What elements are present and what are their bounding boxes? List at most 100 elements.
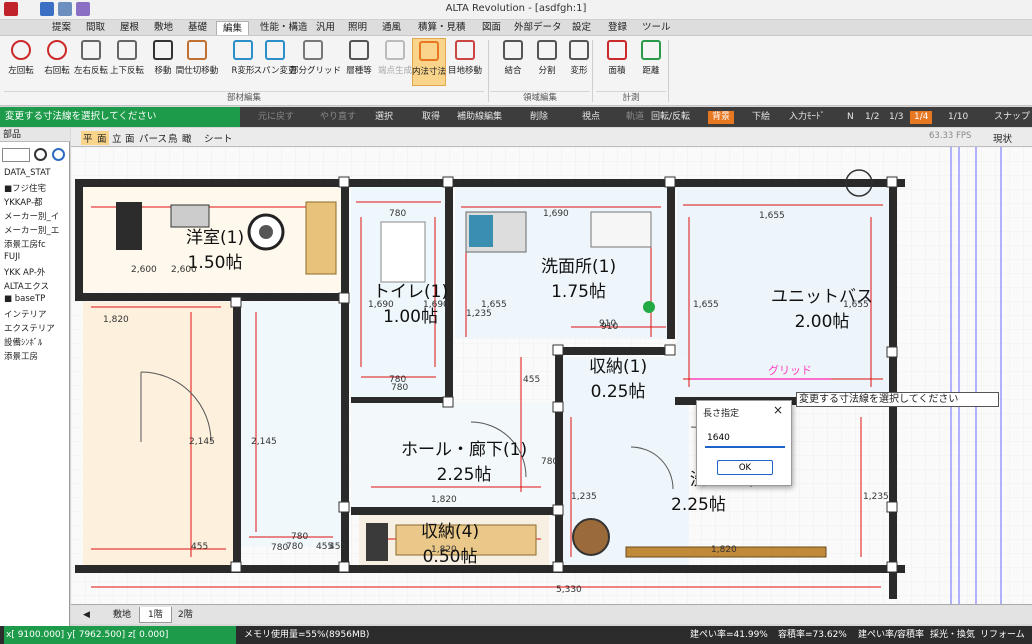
scale-1-4[interactable]: 1/4: [910, 111, 933, 124]
menu-item-12[interactable]: 外部データ: [508, 21, 568, 35]
menu-item-8[interactable]: 照明: [342, 21, 373, 35]
parts-tree-item[interactable]: FUJI: [4, 252, 68, 262]
dimension-label[interactable]: 780: [291, 532, 308, 542]
rotate-right-button[interactable]: 右回転: [40, 38, 74, 86]
dimension-label[interactable]: 1,820: [711, 545, 737, 555]
room-label[interactable]: ホール・廊下(1) 2.25帖: [401, 435, 527, 485]
dimension-label[interactable]: 780: [286, 542, 303, 552]
dimension-label[interactable]: 1,690: [543, 209, 569, 219]
underlay-button[interactable]: 下絵: [752, 111, 770, 124]
split-button[interactable]: 分割: [530, 38, 564, 86]
flip-horizontal-button[interactable]: 左右反転: [74, 38, 108, 86]
dimension-label[interactable]: 1,820: [431, 495, 457, 505]
dimension-label[interactable]: 1,820: [431, 545, 457, 555]
area-button[interactable]: 面積: [600, 38, 634, 86]
menu-item-3[interactable]: 敷地: [148, 21, 179, 35]
dimension-label[interactable]: 2,600: [131, 265, 157, 275]
tab-sheet[interactable]: シート: [204, 131, 233, 145]
tab-plan-1[interactable]: 平: [81, 131, 95, 145]
dimension-label[interactable]: 1,655: [693, 300, 719, 310]
span-change-button[interactable]: スパン変更: [254, 38, 296, 86]
menu-item-11[interactable]: 図面: [476, 21, 507, 35]
dimension-label[interactable]: 1,655: [843, 300, 869, 310]
dimension-label[interactable]: 455: [316, 542, 333, 552]
r-transform-button[interactable]: R変形: [226, 38, 260, 86]
menu-item-9[interactable]: 通風: [376, 21, 407, 35]
dimension-label[interactable]: 1,690: [368, 300, 394, 310]
parts-tree-item[interactable]: 設備ｼﾝﾎﾞﾙ: [4, 336, 68, 348]
trajectory-button[interactable]: 軌道: [626, 111, 644, 124]
floor-plan-canvas[interactable]: 洋室(1) 1.50帖 トイレ(1) 1.00帖 洗面所(1) 1.75帖 ユニットバス 2.…: [71, 147, 1032, 604]
move-button[interactable]: 移動: [146, 38, 180, 86]
transform-button[interactable]: 変形: [562, 38, 596, 86]
rotate-left-button[interactable]: 左回転: [4, 38, 38, 86]
viewpoint-button[interactable]: 視点: [582, 111, 600, 124]
dimension-label[interactable]: 1,235: [863, 492, 889, 502]
dimension-label[interactable]: 1,235: [466, 309, 492, 319]
dimension-label[interactable]: 780: [541, 457, 558, 467]
dimension-label[interactable]: 780: [391, 383, 408, 393]
tab-birdseye-1[interactable]: 鳥: [168, 131, 178, 145]
joint-move-button[interactable]: 目地移動: [448, 38, 482, 86]
aux-line-edit-button[interactable]: 補助線編集: [457, 111, 502, 124]
dimension-label[interactable]: 1,655: [759, 211, 785, 221]
undo-button[interactable]: 元に戻す: [258, 111, 294, 124]
partial-grid-button[interactable]: 部分グリッド: [290, 38, 341, 86]
menu-item-10[interactable]: 積算・見積: [412, 21, 472, 35]
menu-item-4[interactable]: 基礎: [182, 21, 213, 35]
dimension-label[interactable]: 780: [389, 209, 406, 219]
menu-item-15[interactable]: ツール: [636, 21, 677, 35]
menu-item-13[interactable]: 設定: [566, 21, 597, 35]
menu-item-5[interactable]: 編集: [216, 21, 250, 35]
menu-item-1[interactable]: 間取: [80, 21, 111, 35]
parts-tree-item[interactable]: 添景工房fc: [4, 238, 68, 250]
snap-button[interactable]: スナップ: [994, 111, 1030, 124]
parts-tree-item[interactable]: メーカー別_イ: [4, 210, 68, 222]
parts-tree-item[interactable]: DATA_STAT: [4, 168, 68, 178]
scale-1-10[interactable]: 1/10: [948, 111, 968, 124]
menu-item-0[interactable]: 提案: [46, 21, 77, 35]
get-button[interactable]: 取得: [422, 111, 440, 124]
distance-button[interactable]: 距離: [634, 38, 668, 86]
tab-elevation-2[interactable]: 面: [125, 131, 135, 145]
ok-button[interactable]: OK: [717, 460, 773, 475]
dimension-label[interactable]: 2,145: [251, 437, 277, 447]
partition-move-button[interactable]: 間仕切移動: [176, 38, 218, 86]
dimension-label[interactable]: 1,235: [571, 492, 597, 502]
room-label[interactable]: 収納(4) 0.50帖: [421, 517, 479, 567]
dimension-label[interactable]: 1,690: [423, 300, 449, 310]
ratio-button[interactable]: 建ぺい率/容積率: [858, 626, 924, 644]
view-mode-dropdown[interactable]: 現状: [993, 131, 1012, 145]
ventilation-button[interactable]: 採光・換気: [930, 626, 975, 644]
dimension-label[interactable]: 1,655: [481, 300, 507, 310]
flip-vertical-button[interactable]: 上下反転: [110, 38, 144, 86]
parts-tree-item[interactable]: 添景工房: [4, 350, 68, 362]
tab-plan-2[interactable]: 面: [95, 131, 109, 145]
tab-floor-1[interactable]: 1階: [139, 607, 172, 623]
dimension-label[interactable]: 910: [601, 322, 618, 332]
reform-button[interactable]: リフォーム: [980, 626, 1025, 644]
input-mode-button[interactable]: 入力ﾓｰﾄﾞ: [789, 111, 825, 124]
parts-tree-item[interactable]: YKKAP-都: [4, 196, 68, 208]
tab-birdseye-2[interactable]: 瞰: [182, 131, 192, 145]
dimension-label[interactable]: 455: [523, 375, 540, 385]
tab-site[interactable]: 敷地: [105, 607, 139, 623]
dimension-label[interactable]: 455: [191, 542, 208, 552]
parts-filter-dropdown[interactable]: [2, 148, 30, 162]
layer-type-button[interactable]: 層種等: [342, 38, 376, 86]
close-icon[interactable]: ×: [773, 403, 783, 417]
background-button[interactable]: 背景: [708, 111, 735, 124]
parts-tree-item[interactable]: ■フジ住宅: [4, 182, 68, 194]
search-icon[interactable]: [34, 148, 47, 161]
inner-dimension-button[interactable]: 内法寸法: [412, 38, 446, 86]
menu-item-2[interactable]: 屋根: [114, 21, 145, 35]
rotate-flip-button[interactable]: 回転/反転: [651, 111, 690, 124]
dimension-label[interactable]: 5,330: [556, 585, 582, 595]
endpoint-generate-button[interactable]: 端点生成: [378, 38, 412, 86]
tab-prev-icon[interactable]: ◀: [75, 607, 98, 623]
scale-1-2[interactable]: 1/2: [865, 111, 879, 124]
parts-tree-item[interactable]: YKK AP-外: [4, 266, 68, 278]
delete-button[interactable]: 削除: [530, 111, 548, 124]
parts-tree-item[interactable]: ALTAエクス: [4, 280, 68, 292]
room-label[interactable]: 洗面所(1) 1.75帖: [541, 252, 616, 302]
